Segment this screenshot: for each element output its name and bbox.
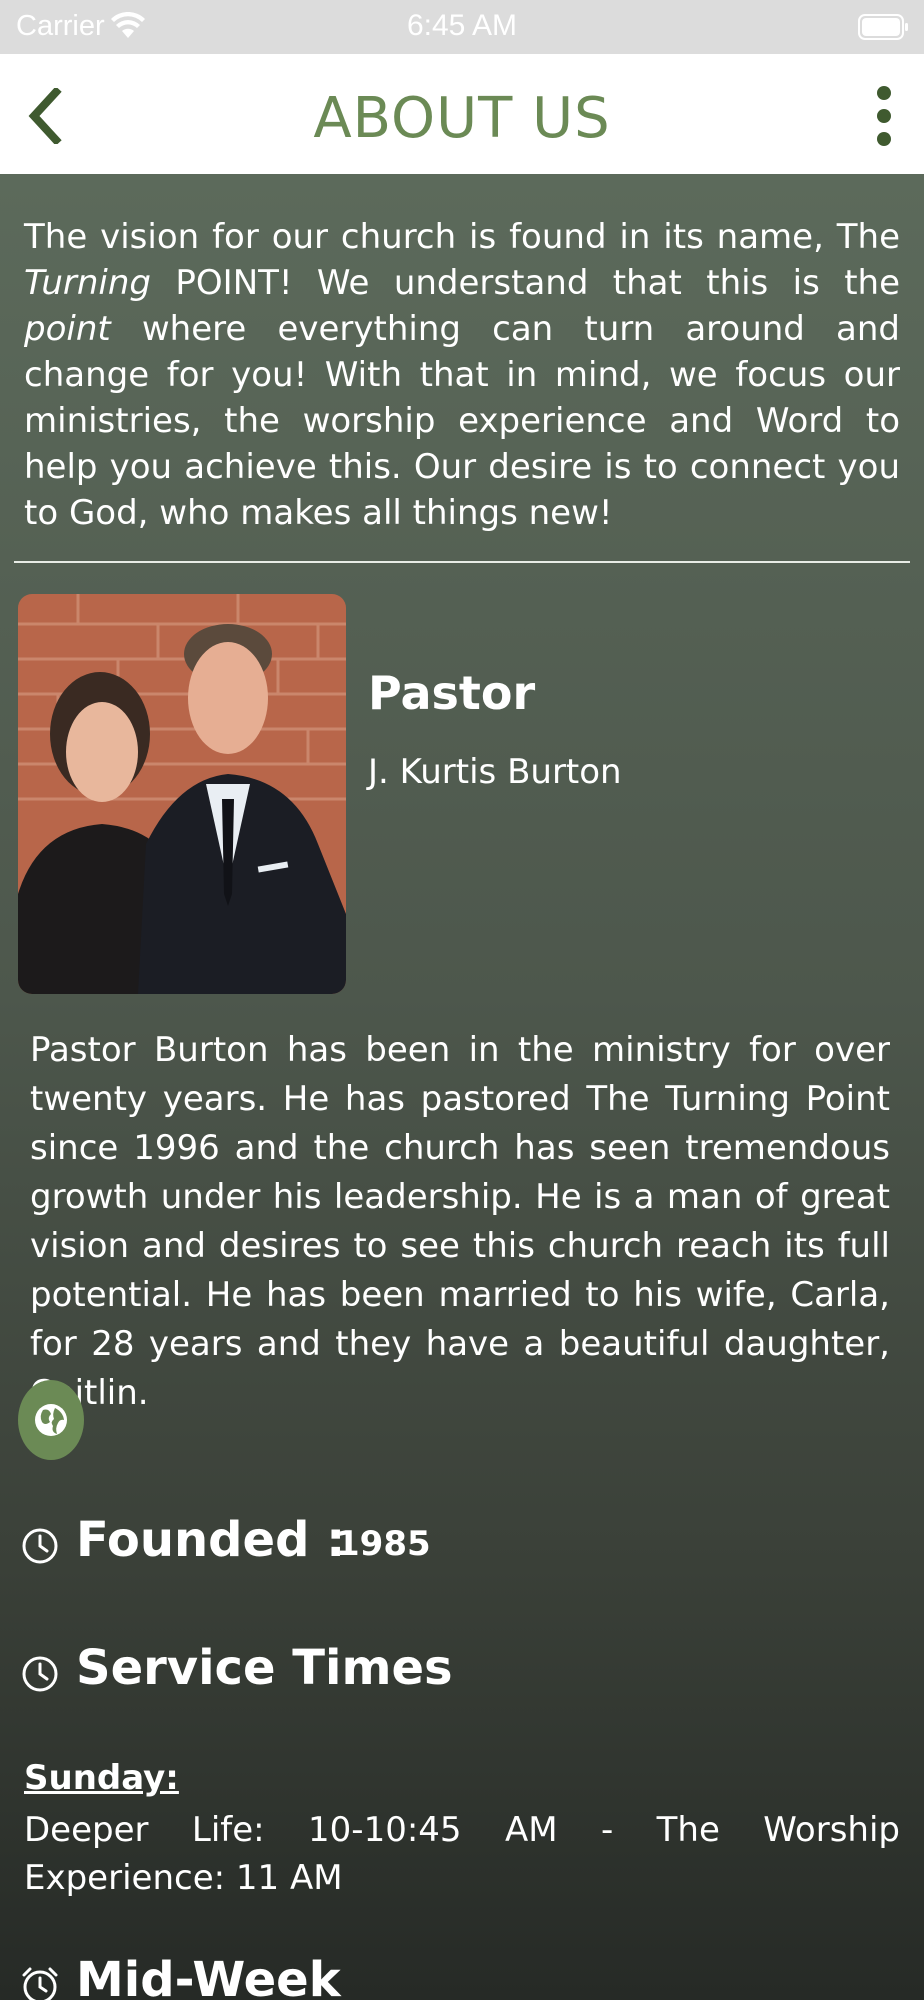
service-times-heading: Service Times	[76, 1640, 453, 1696]
website-button[interactable]	[18, 1380, 84, 1460]
clock-icon	[22, 1528, 58, 1564]
status-time: 6:45 AM	[406, 9, 518, 42]
alarm-clock-icon	[22, 1967, 58, 2000]
navigation-bar: ABOUT US	[0, 54, 924, 174]
mid-week-heading: Mid-Week	[76, 1952, 341, 2000]
divider	[14, 561, 910, 563]
sunday-service-times: Deeper Life: 10-10:45 AM - The Worship E…	[24, 1810, 900, 1898]
pastor-bio: Pastor Burton has been in the ministry f…	[30, 1030, 890, 1413]
vision-statement: The vision for our church is found in it…	[24, 217, 900, 533]
founded-label: Founded :	[76, 1512, 346, 1568]
sunday-label: Sunday:	[24, 1758, 179, 1798]
about-content[interactable]: The vision for our church is found in it…	[0, 174, 924, 2000]
pastor-photo	[18, 594, 346, 994]
status-bar: Carrier 6:45 AM	[0, 0, 924, 54]
founded-year: 1985	[336, 1524, 431, 1564]
mid-week-row: Mid-Week	[20, 1952, 620, 2000]
clock-icon	[22, 1656, 58, 1692]
page-title: ABOUT US	[313, 86, 611, 151]
service-times-row: Service Times	[20, 1640, 620, 1710]
more-options-icon[interactable]	[864, 84, 904, 148]
battery-icon	[858, 14, 908, 40]
pastor-name: J. Kurtis Burton	[368, 752, 622, 792]
globe-icon	[35, 1404, 67, 1436]
pastor-role-label: Pastor	[368, 666, 536, 720]
founded-row: Founded : 1985	[20, 1512, 520, 1582]
